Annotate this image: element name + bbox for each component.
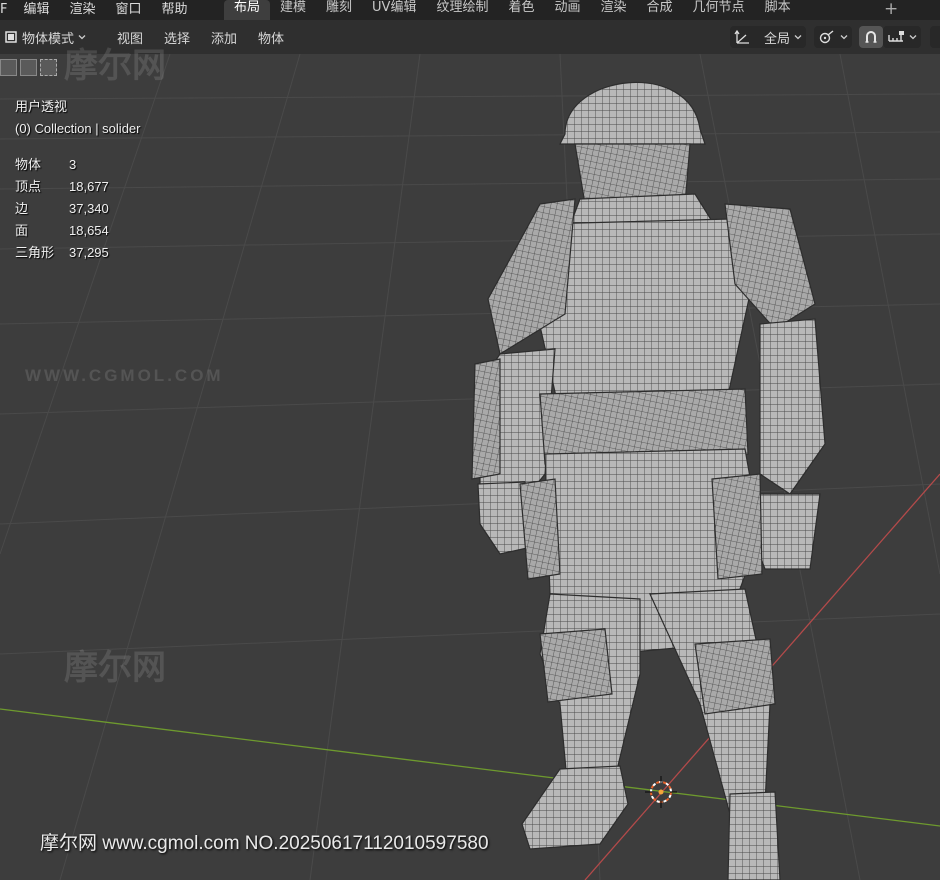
snap-target-dropdown[interactable] xyxy=(883,26,921,48)
object-mode-icon xyxy=(5,31,17,43)
tab-animation[interactable]: 动画 xyxy=(545,0,591,20)
link-icon xyxy=(819,30,834,44)
snap-magnet-icon xyxy=(865,31,877,43)
add-workspace-button[interactable]: + xyxy=(884,0,898,19)
snap-increment-icon xyxy=(888,31,904,42)
orientation-label: 全局 xyxy=(764,31,791,47)
tab-compositing[interactable]: 合成 xyxy=(637,0,683,20)
menu-edit[interactable]: 编辑 xyxy=(13,3,59,17)
top-menu-bar: F 编辑 渲染 窗口 帮助 布局 建模 雕刻 UV编辑 纹理绘制 着色 动画 渲… xyxy=(0,0,940,20)
tab-geometry-nodes[interactable]: 几何节点 xyxy=(683,0,755,20)
select-extend-icon[interactable] xyxy=(20,59,37,76)
chevron-down-icon xyxy=(909,35,917,40)
menu-file[interactable]: F xyxy=(0,3,13,17)
stat-objects: 物体 3 xyxy=(15,157,77,172)
object-menu[interactable]: 物体 xyxy=(258,28,284,47)
tab-uv-editing[interactable]: UV编辑 xyxy=(362,0,426,20)
view-name: 用户透视 xyxy=(15,99,68,114)
snap-toggle-button[interactable] xyxy=(859,26,883,48)
stat-triangles: 三角形 37,295 xyxy=(15,245,109,260)
stat-faces: 面 18,654 xyxy=(15,223,109,238)
y-axis-line xyxy=(0,708,940,827)
viewport-scene xyxy=(0,54,940,880)
tab-scripting[interactable]: 脚本 xyxy=(755,0,801,20)
stat-edges: 边 37,340 xyxy=(15,201,109,216)
transform-orientation-dropdown[interactable]: 全局 xyxy=(730,26,807,48)
select-menu[interactable]: 选择 xyxy=(164,28,190,47)
viewport-stats-overlay: 用户透视 (0) Collection | solider 物体 3 顶点 18… xyxy=(15,96,140,264)
watermark-url-left: WWW.CGMOL.COM xyxy=(25,366,224,385)
menu-help[interactable]: 帮助 xyxy=(152,3,198,17)
add-menu[interactable]: 添加 xyxy=(211,28,237,47)
soldier-mesh xyxy=(471,81,826,880)
chevron-down-icon xyxy=(840,35,848,40)
tab-texture-paint[interactable]: 纹理绘制 xyxy=(426,0,498,20)
proportional-editing-button[interactable] xyxy=(930,26,940,48)
watermark-bottom-text: 摩尔网 www.cgmol.com NO.2025061711201059758… xyxy=(40,833,489,854)
watermark-logo-top: 摩尔网 xyxy=(64,47,166,85)
collection-label: (0) Collection | solider xyxy=(15,121,141,136)
menu-window[interactable]: 窗口 xyxy=(106,3,152,17)
tab-layout[interactable]: 布局 xyxy=(224,0,271,20)
select-mode-buttons xyxy=(0,59,57,76)
pivot-point-dropdown[interactable] xyxy=(814,26,852,48)
select-subtract-icon[interactable] xyxy=(40,59,57,76)
menu-render[interactable]: 渲染 xyxy=(60,3,106,17)
workspace-tabs: 布局 建模 雕刻 UV编辑 纹理绘制 着色 动画 渲染 合成 几何节点 脚本 xyxy=(224,0,801,20)
transform-orientation-icon xyxy=(734,29,749,44)
tab-modeling[interactable]: 建模 xyxy=(270,0,316,20)
3d-viewport[interactable]: 摩尔网 WWW.CGMOL.COM 摩尔网 用户透视 (0) Collectio… xyxy=(0,47,940,880)
watermark-logo-mid: 摩尔网 xyxy=(64,649,166,687)
tab-shading[interactable]: 着色 xyxy=(498,0,544,20)
stat-vertices: 顶点 18,677 xyxy=(15,179,109,194)
tab-sculpting[interactable]: 雕刻 xyxy=(316,0,362,20)
select-box-icon[interactable] xyxy=(0,59,17,76)
chevron-down-icon xyxy=(794,35,802,40)
tab-rendering[interactable]: 渲染 xyxy=(591,0,637,20)
